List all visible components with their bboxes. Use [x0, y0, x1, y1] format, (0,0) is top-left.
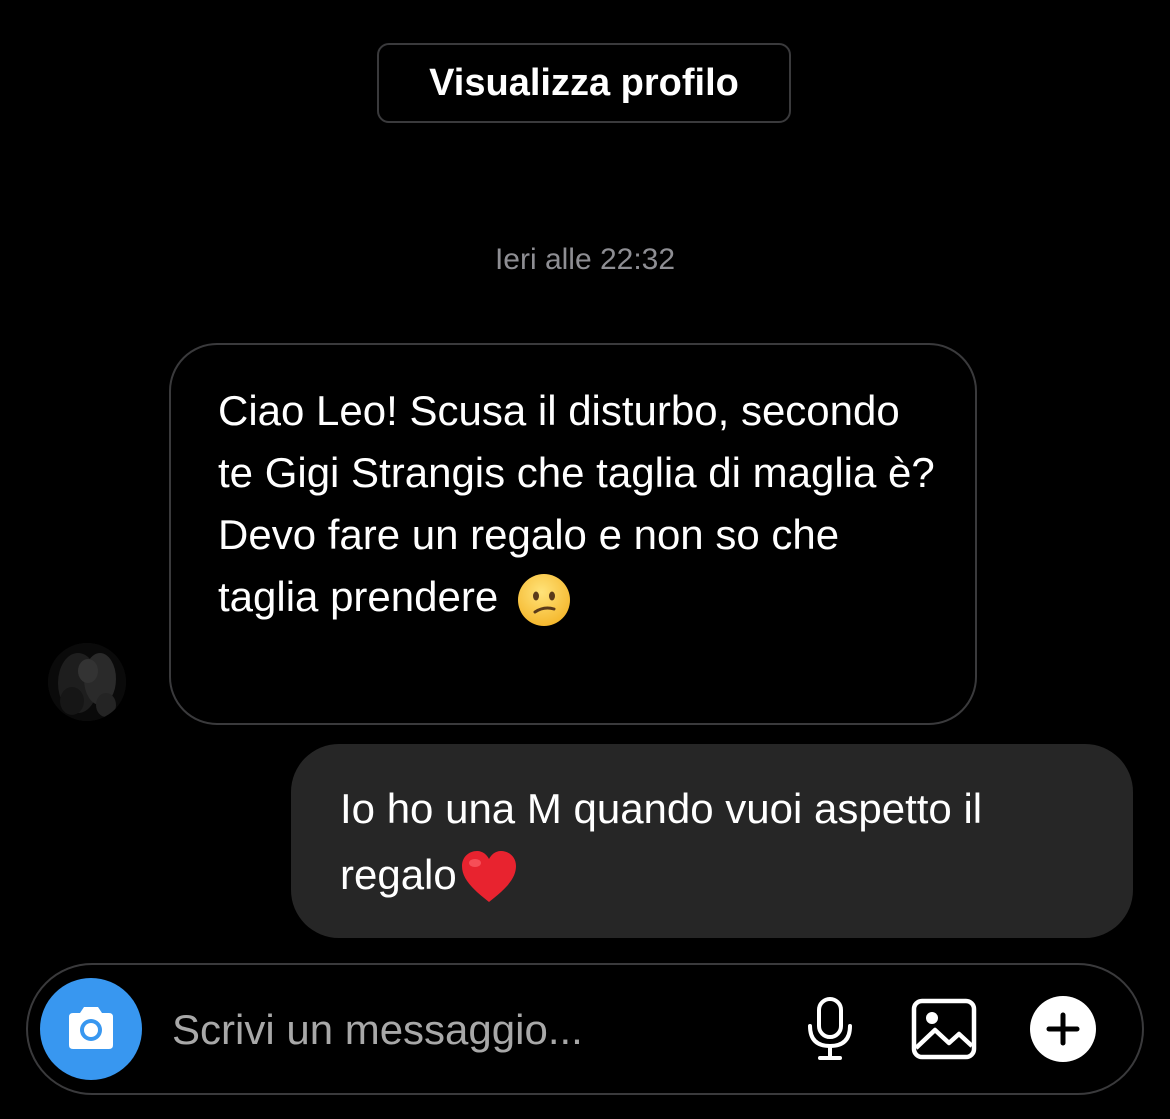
image-icon — [911, 998, 977, 1060]
message-timestamp: Ieri alle 22:32 — [494, 243, 676, 276]
avatar-image — [48, 643, 126, 721]
view-profile-button[interactable]: Visualizza profilo — [377, 43, 791, 123]
outgoing-message-bubble[interactable]: Io ho una M quando vuoi aspetto il regal… — [291, 744, 1133, 938]
voice-message-button[interactable] — [790, 989, 870, 1069]
avatar[interactable] — [48, 643, 126, 721]
camera-button[interactable] — [40, 978, 142, 1080]
message-composer — [26, 963, 1144, 1095]
confused-face-emoji — [517, 573, 570, 626]
microphone-icon — [808, 997, 852, 1060]
message-input[interactable] — [172, 995, 772, 1065]
camera-icon — [69, 1007, 113, 1049]
plus-icon — [1030, 996, 1096, 1062]
more-options-button[interactable] — [1023, 989, 1103, 1069]
red-heart-emoji — [461, 850, 516, 902]
outgoing-message-text: Io ho una M quando vuoi aspetto il regal… — [340, 785, 983, 898]
incoming-message-bubble[interactable]: Ciao Leo! Scusa il disturbo, secondo te … — [169, 343, 977, 725]
incoming-message-text: Ciao Leo! Scusa il disturbo, secondo te … — [218, 387, 935, 620]
gallery-button[interactable] — [904, 989, 984, 1069]
